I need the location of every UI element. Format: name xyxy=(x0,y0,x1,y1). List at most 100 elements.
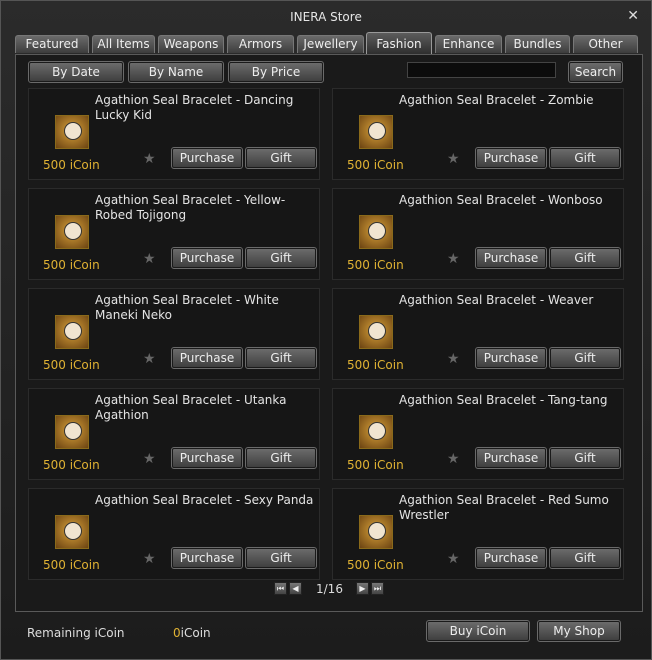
remaining-icoin-label: Remaining iCoin xyxy=(27,626,125,640)
item-name: Agathion Seal Bracelet - Sexy Panda xyxy=(95,493,314,507)
purchase-button[interactable]: Purchase xyxy=(475,547,547,569)
agathion-icon[interactable] xyxy=(55,215,89,249)
buy-icoin-button[interactable]: Buy iCoin xyxy=(426,620,530,642)
agathion-icon[interactable] xyxy=(55,415,89,449)
agathion-icon[interactable] xyxy=(359,515,393,549)
star-icon[interactable]: ★ xyxy=(447,251,460,267)
icoin-balance-unit: iCoin xyxy=(180,626,211,640)
star-icon[interactable]: ★ xyxy=(143,251,156,267)
store-panel: By Date By Name By Price Search Agathion… xyxy=(15,54,643,612)
star-icon[interactable]: ★ xyxy=(143,551,156,567)
purchase-button[interactable]: Purchase xyxy=(171,347,243,369)
item-card: Agathion Seal Bracelet - Yellow-Robed To… xyxy=(28,188,320,280)
tab-armors[interactable]: Armors xyxy=(227,35,294,53)
purchase-button[interactable]: Purchase xyxy=(475,147,547,169)
agathion-icon[interactable] xyxy=(359,315,393,349)
item-price: 500 iCoin xyxy=(347,258,404,272)
item-name: Agathion Seal Bracelet - Utanka Agathion xyxy=(95,393,287,422)
item-card: Agathion Seal Bracelet - Wonboso 500 iCo… xyxy=(332,188,624,280)
item-name: Agathion Seal Bracelet - Wonboso xyxy=(399,193,603,207)
purchase-button[interactable]: Purchase xyxy=(475,447,547,469)
gift-button[interactable]: Gift xyxy=(245,147,317,169)
agathion-icon[interactable] xyxy=(55,515,89,549)
purchase-button[interactable]: Purchase xyxy=(171,247,243,269)
gift-button[interactable]: Gift xyxy=(245,347,317,369)
item-price: 500 iCoin xyxy=(43,158,100,172)
item-price: 500 iCoin xyxy=(347,458,404,472)
agathion-icon[interactable] xyxy=(359,215,393,249)
star-icon[interactable]: ★ xyxy=(143,351,156,367)
item-price: 500 iCoin xyxy=(43,458,100,472)
search-input[interactable] xyxy=(407,62,556,78)
next-page-icon[interactable]: ▶ xyxy=(356,582,369,595)
gift-button[interactable]: Gift xyxy=(549,347,621,369)
item-card: Agathion Seal Bracelet - Red Sumo Wrestl… xyxy=(332,488,624,580)
agathion-icon[interactable] xyxy=(55,315,89,349)
tab-all-items[interactable]: All Items xyxy=(92,35,155,53)
title-bar: INERA Store ✕ xyxy=(1,1,651,33)
first-page-icon[interactable]: ⏮ xyxy=(274,582,287,595)
gift-button[interactable]: Gift xyxy=(245,447,317,469)
icoin-balance-value: 0 xyxy=(173,626,181,640)
gift-button[interactable]: Gift xyxy=(549,547,621,569)
sort-by-date-button[interactable]: By Date xyxy=(28,61,124,83)
my-shop-button[interactable]: My Shop xyxy=(537,620,621,642)
star-icon[interactable]: ★ xyxy=(447,551,460,567)
item-name: Agathion Seal Bracelet - Zombie xyxy=(399,93,594,107)
star-icon[interactable]: ★ xyxy=(143,451,156,467)
sort-by-name-button[interactable]: By Name xyxy=(128,61,224,83)
tab-fashion[interactable]: Fashion xyxy=(366,32,432,54)
item-price: 500 iCoin xyxy=(43,558,100,572)
star-icon[interactable]: ★ xyxy=(447,351,460,367)
page-indicator: 1/16 xyxy=(316,582,343,596)
window-title: INERA Store xyxy=(290,10,362,24)
purchase-button[interactable]: Purchase xyxy=(171,147,243,169)
gift-button[interactable]: Gift xyxy=(245,247,317,269)
item-price: 500 iCoin xyxy=(347,158,404,172)
item-price: 500 iCoin xyxy=(43,258,100,272)
item-price: 500 iCoin xyxy=(43,358,100,372)
last-page-icon[interactable]: ⏭ xyxy=(371,582,384,595)
item-name: Agathion Seal Bracelet - Red Sumo Wrestl… xyxy=(399,493,609,522)
star-icon[interactable]: ★ xyxy=(447,151,460,167)
item-name: Agathion Seal Bracelet - Dancing Lucky K… xyxy=(95,93,294,122)
purchase-button[interactable]: Purchase xyxy=(171,447,243,469)
tab-other[interactable]: Other xyxy=(573,35,638,53)
item-name: Agathion Seal Bracelet - Tang-tang xyxy=(399,393,608,407)
tab-weapons[interactable]: Weapons xyxy=(158,35,224,53)
tab-enhance[interactable]: Enhance xyxy=(435,35,502,53)
item-price: 500 iCoin xyxy=(347,358,404,372)
tab-bundles[interactable]: Bundles xyxy=(505,35,570,53)
agathion-icon[interactable] xyxy=(55,115,89,149)
gift-button[interactable]: Gift xyxy=(549,247,621,269)
item-name: Agathion Seal Bracelet - Yellow-Robed To… xyxy=(95,193,286,222)
search-button[interactable]: Search xyxy=(568,61,623,83)
star-icon[interactable]: ★ xyxy=(143,151,156,167)
item-card: Agathion Seal Bracelet - Tang-tang 500 i… xyxy=(332,388,624,480)
star-icon[interactable]: ★ xyxy=(447,451,460,467)
item-name: Agathion Seal Bracelet - Weaver xyxy=(399,293,594,307)
item-card: Agathion Seal Bracelet - Weaver 500 iCoi… xyxy=(332,288,624,380)
agathion-icon[interactable] xyxy=(359,115,393,149)
icoin-balance: 0iCoin xyxy=(173,626,211,640)
sort-by-price-button[interactable]: By Price xyxy=(228,61,324,83)
gift-button[interactable]: Gift xyxy=(549,447,621,469)
item-price: 500 iCoin xyxy=(347,558,404,572)
purchase-button[interactable]: Purchase xyxy=(475,347,547,369)
item-card: Agathion Seal Bracelet - Sexy Panda 500 … xyxy=(28,488,320,580)
tab-jewellery[interactable]: Jewellery xyxy=(297,35,364,53)
purchase-button[interactable]: Purchase xyxy=(475,247,547,269)
agathion-icon[interactable] xyxy=(359,415,393,449)
gift-button[interactable]: Gift xyxy=(245,547,317,569)
item-card: Agathion Seal Bracelet - Zombie 500 iCoi… xyxy=(332,88,624,180)
prev-page-icon[interactable]: ◀ xyxy=(289,582,302,595)
gift-button[interactable]: Gift xyxy=(549,147,621,169)
item-name: Agathion Seal Bracelet - White Maneki Ne… xyxy=(95,293,279,322)
store-window: INERA Store ✕ Featured All Items Weapons… xyxy=(0,0,652,660)
purchase-button[interactable]: Purchase xyxy=(171,547,243,569)
item-card: Agathion Seal Bracelet - Dancing Lucky K… xyxy=(28,88,320,180)
tab-featured[interactable]: Featured xyxy=(15,35,89,53)
category-tabs: Featured All Items Weapons Armors Jewell… xyxy=(13,32,641,54)
close-icon[interactable]: ✕ xyxy=(627,8,639,24)
item-card: Agathion Seal Bracelet - Utanka Agathion… xyxy=(28,388,320,480)
